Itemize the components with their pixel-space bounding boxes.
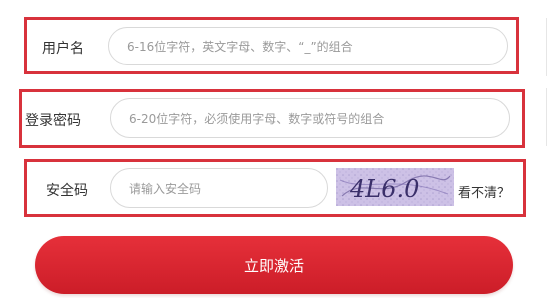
password-input[interactable]: 6-20位字符，必须使用字母、数字或符号的组合 — [110, 98, 510, 138]
security-code-placeholder: 请输入安全码 — [129, 181, 202, 196]
password-label: 登录密码 — [25, 113, 81, 129]
refresh-captcha-link[interactable]: 看不清？ — [458, 182, 510, 201]
password-placeholder: 6-20位字符，必须使用字母、数字或符号的组合 — [129, 111, 385, 126]
activation-form: 用户名 6-16位字符，英文字母、数字、“_”的组合 登录密码 6-20位字符，… — [0, 0, 560, 298]
activate-button-label: 立即激活 — [243, 256, 304, 275]
activate-button[interactable]: 立即激活 — [35, 236, 513, 294]
security-code-label: 安全码 — [46, 183, 88, 199]
security-code-input[interactable]: 请输入安全码 — [110, 168, 328, 208]
divider — [546, 88, 547, 146]
username-input[interactable]: 6-16位字符，英文字母、数字、“_”的组合 — [108, 27, 508, 65]
captcha-text: 4L6.0 — [349, 175, 419, 203]
username-placeholder: 6-16位字符，英文字母、数字、“_”的组合 — [127, 39, 353, 54]
divider — [546, 18, 547, 76]
username-label: 用户名 — [42, 41, 84, 57]
captcha-image[interactable]: 4L6.0 — [336, 168, 454, 206]
